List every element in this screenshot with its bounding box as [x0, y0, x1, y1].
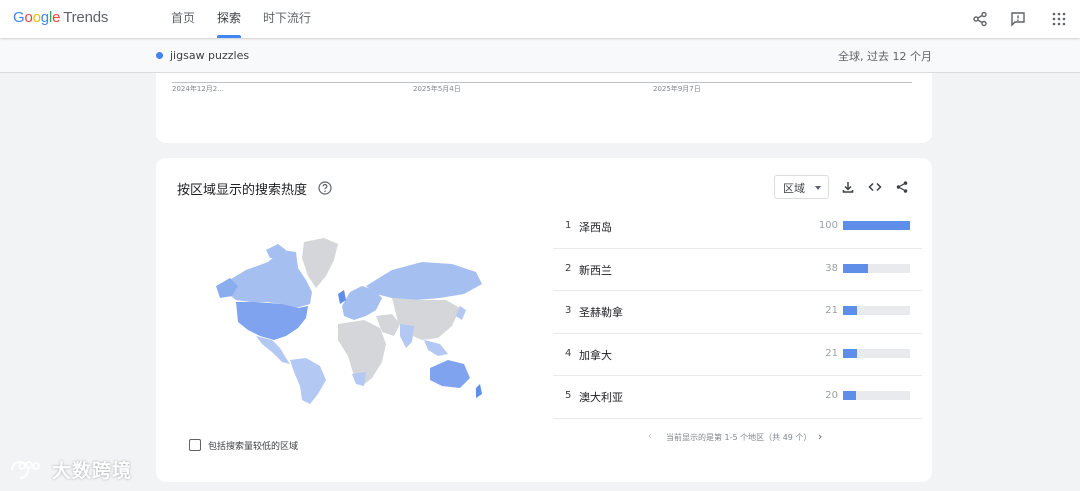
- region-bar-fill: [843, 263, 869, 273]
- region-rank: 3: [565, 305, 572, 316]
- region-name: 加拿大: [579, 348, 612, 362]
- region-bar-track: [843, 221, 910, 230]
- region-rank: 5: [565, 390, 572, 401]
- caret-down-icon: [815, 186, 821, 190]
- previous-page-icon[interactable]: ‹: [648, 431, 652, 442]
- region-bar-track: [843, 306, 910, 315]
- region-row[interactable]: 5 澳大利亚 20: [553, 376, 922, 419]
- region-bar-fill: [843, 348, 858, 358]
- logo-google-text: Google: [13, 9, 61, 26]
- comparison-bar: jigsaw puzzles 全球, 过去 12 个月: [0, 39, 1080, 73]
- logo-trends-text: Trends: [63, 9, 109, 26]
- region-value: 20: [825, 390, 838, 401]
- nav-explore[interactable]: 探索: [206, 0, 252, 38]
- map-se-asia: [424, 340, 448, 356]
- world-map[interactable]: [216, 236, 486, 406]
- feedback-icon[interactable]: [1007, 8, 1029, 30]
- timeline-label-3: 2025年9月7日: [653, 85, 701, 93]
- map-india: [400, 324, 414, 348]
- region-name: 澳大利亚: [579, 391, 623, 404]
- share-icon[interactable]: [969, 8, 991, 30]
- download-icon[interactable]: [840, 179, 856, 195]
- region-value: 38: [825, 262, 838, 274]
- map-russia: [366, 262, 482, 300]
- timeline-axis: [172, 82, 912, 83]
- region-rank: 2: [565, 262, 572, 274]
- interest-by-region-card: 按区域显示的搜索热度 区域 包括搜索量较低的区域 1 泽西岛 100 2 新西兰…: [156, 158, 932, 482]
- region-bar-track: [843, 263, 910, 273]
- region-name: 新西兰: [579, 263, 612, 277]
- watermark-text: 大数跨境: [52, 460, 133, 482]
- map-usa: [236, 302, 308, 340]
- watermark-logo-icon: [11, 461, 40, 479]
- map-south-africa: [352, 372, 366, 386]
- region-value: 21: [825, 347, 838, 359]
- resolution-dropdown[interactable]: 区域: [774, 175, 829, 199]
- region-row[interactable]: 3 圣赫勒拿 21: [553, 291, 922, 334]
- region-value: 100: [818, 220, 838, 231]
- map-mexico: [256, 336, 290, 364]
- timeline-label-1: 2024年12月2...: [172, 85, 224, 93]
- map-south-america: [290, 358, 326, 404]
- region-row[interactable]: 1 泽西岛 100: [553, 206, 922, 249]
- region-value: 21: [825, 305, 838, 316]
- share-icon[interactable]: [894, 179, 910, 195]
- map-canada: [226, 250, 312, 308]
- main-nav: 首页 探索 时下流行: [160, 0, 322, 38]
- search-term[interactable]: jigsaw puzzles: [170, 49, 249, 62]
- top-app-bar: Google Trends 首页 探索 时下流行: [0, 0, 1080, 38]
- nav-trending-now[interactable]: 时下流行: [252, 0, 322, 38]
- region-name: 泽西岛: [579, 221, 612, 234]
- include-low-volume-checkbox[interactable]: [189, 439, 201, 451]
- include-low-volume-label: 包括搜索量较低的区域: [208, 442, 299, 452]
- section-title: 按区域显示的搜索热度: [177, 183, 308, 198]
- nav-home[interactable]: 首页: [160, 0, 206, 38]
- scope-summary[interactable]: 全球, 过去 12 个月: [838, 48, 932, 64]
- region-rank: 1: [565, 220, 572, 231]
- map-australia: [430, 360, 470, 388]
- region-list: 1 泽西岛 100 2 新西兰 38 3 圣赫勒拿 21 4 加拿大 21 5 …: [553, 206, 922, 419]
- region-bar-fill: [843, 391, 857, 400]
- pagination-text: 当前显示的是第 1-5 个地区（共 49 个）: [666, 433, 812, 442]
- term-color-dot: [156, 52, 163, 59]
- map-new-zealand: [476, 384, 482, 398]
- region-bar-track: [843, 348, 910, 358]
- apps-icon[interactable]: [1048, 8, 1070, 30]
- region-bar-fill: [843, 306, 858, 315]
- timeline-label-2: 2025年5月4日: [413, 85, 461, 93]
- next-page-icon[interactable]: ›: [818, 430, 822, 443]
- region-row[interactable]: 4 加拿大 21: [553, 334, 922, 376]
- help-icon[interactable]: [318, 180, 332, 195]
- region-rank: 4: [565, 347, 572, 359]
- region-row[interactable]: 2 新西兰 38: [553, 249, 922, 291]
- dropdown-value: 区域: [783, 182, 805, 195]
- google-trends-logo[interactable]: Google Trends: [13, 9, 108, 26]
- region-bar-fill: [843, 221, 910, 230]
- embed-icon[interactable]: [867, 179, 883, 195]
- map-greenland: [302, 238, 338, 288]
- region-name: 圣赫勒拿: [579, 306, 623, 319]
- region-bar-track: [843, 391, 910, 400]
